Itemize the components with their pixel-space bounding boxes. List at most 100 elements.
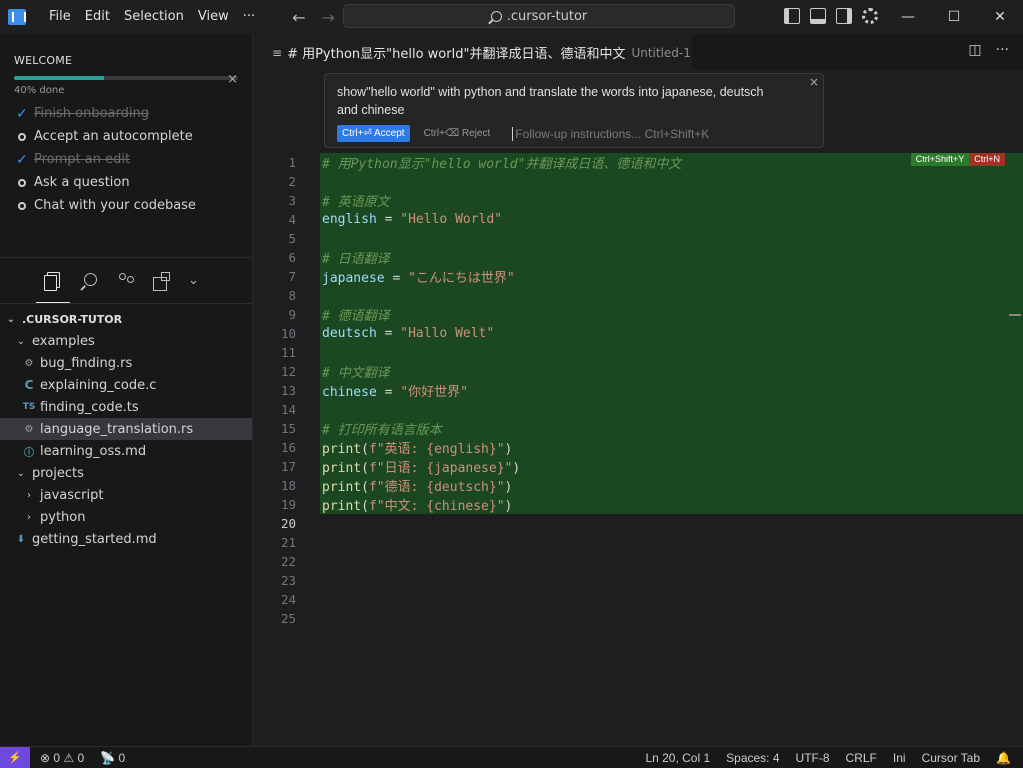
menu-more[interactable]: ··· xyxy=(236,0,262,34)
menu-file[interactable]: File xyxy=(42,0,78,34)
code-line[interactable]: 3 # 英语原文 xyxy=(254,191,1023,210)
code-line[interactable]: 13 chinese = "你好世界" xyxy=(254,381,1023,400)
followup-input[interactable]: Follow-up instructions... Ctrl+Shift+K xyxy=(512,126,709,141)
code-line[interactable]: 23 xyxy=(254,571,1023,590)
code-text: print(f"日语: {japanese}") xyxy=(322,457,520,476)
extensions-icon[interactable] xyxy=(152,271,170,291)
code-line[interactable]: 19 print(f"中文: {chinese}") xyxy=(254,495,1023,514)
editor: ≡ # 用Python显示"hello world"并翻译成日语、德语和中文 U… xyxy=(254,34,1023,746)
code-line[interactable]: 14 xyxy=(254,400,1023,419)
onboarding-item[interactable]: ✓ Prompt an edit xyxy=(14,148,238,171)
accept-all-hint[interactable]: Ctrl+Shift+Y xyxy=(910,153,970,166)
code-line[interactable]: 9 # 德语翻译 xyxy=(254,305,1023,324)
reject-button[interactable]: Ctrl+⌫ Reject xyxy=(424,128,491,139)
line-number: 15 xyxy=(280,421,296,436)
code-area[interactable]: Ctrl+Shift+Y Ctrl+N 1 # 用Python显示"hello w… xyxy=(254,153,1023,628)
active-view-indicator xyxy=(36,302,70,303)
file-item[interactable]: TS finding_code.ts xyxy=(0,396,252,418)
file-item[interactable]: ⚙ language_translation.rs xyxy=(0,418,252,440)
command-center-text: .cursor-tutor xyxy=(506,8,588,24)
maximize-button[interactable]: ☐ xyxy=(931,0,977,34)
code-line[interactable]: 17 print(f"日语: {japanese}") xyxy=(254,457,1023,476)
line-number: 25 xyxy=(280,611,296,626)
code-punctuation: = xyxy=(376,385,401,400)
file-item[interactable]: Cexplaining_code.c xyxy=(0,374,252,396)
command-center-search[interactable]: .cursor-tutor xyxy=(343,4,735,28)
tab-title: # 用Python显示"hello world"并翻译成日语、德语和中文 xyxy=(287,47,626,62)
explorer-root[interactable]: ⌄ .CURSOR-TUTOR xyxy=(0,308,252,330)
more-actions-icon[interactable]: ··· xyxy=(996,42,1009,58)
folder-python[interactable]: › python xyxy=(0,506,252,528)
settings-gear-icon[interactable] xyxy=(862,8,878,24)
code-line[interactable]: 16 print(f"英语: {english}") xyxy=(254,438,1023,457)
close-window-button[interactable]: ✕ xyxy=(977,0,1023,34)
language-mode[interactable]: Ini xyxy=(893,751,906,765)
menu-edit[interactable]: Edit xyxy=(78,0,117,34)
notifications-bell-icon[interactable]: 🔔 xyxy=(996,751,1011,765)
onboarding-item[interactable]: Chat with your codebase xyxy=(14,194,238,217)
code-line[interactable]: 2 xyxy=(254,172,1023,191)
toggle-secondary-sidebar-icon[interactable] xyxy=(836,8,852,24)
file-item[interactable]: ⓘ learning_oss.md xyxy=(0,440,252,462)
menu-view[interactable]: View xyxy=(191,0,236,34)
scrollbar-marker[interactable] xyxy=(1009,314,1021,316)
code-line[interactable]: 4 english = "Hello World" xyxy=(254,210,1023,229)
toggle-panel-icon[interactable] xyxy=(810,8,826,24)
code-line[interactable]: 25 xyxy=(254,609,1023,628)
search-view-icon[interactable] xyxy=(80,272,98,290)
onboarding-item[interactable]: ✓ Finish onboarding xyxy=(14,102,238,125)
indentation[interactable]: Spaces: 4 xyxy=(726,751,779,765)
code-line[interactable]: 22 xyxy=(254,552,1023,571)
code-line[interactable]: 7 japanese = "こんにちは世界" xyxy=(254,267,1023,286)
prompt-close-icon[interactable]: × xyxy=(809,75,819,89)
encoding[interactable]: UTF-8 xyxy=(796,751,830,765)
cursor-position[interactable]: Ln 20, Col 1 xyxy=(645,751,710,765)
line-number: 3 xyxy=(288,193,296,208)
onboarding-item[interactable]: Accept an autocomplete xyxy=(14,125,238,148)
minimize-button[interactable]: — xyxy=(885,0,931,34)
code-line[interactable]: 1 # 用Python显示"hello world"并翻译成日语、德语和中文 xyxy=(254,153,1023,172)
problems-count[interactable]: ⊗ 0 ⚠ 0 xyxy=(40,751,84,765)
remote-indicator-icon[interactable]: ⚡ xyxy=(0,746,30,768)
line-number: 20 xyxy=(280,516,296,531)
toggle-primary-sidebar-icon[interactable] xyxy=(784,8,800,24)
code-line[interactable]: 15 # 打印所有语言版本 xyxy=(254,419,1023,438)
code-token: deutsch xyxy=(322,326,377,341)
accept-button[interactable]: Ctrl+⏎ Accept xyxy=(337,125,410,142)
code-line[interactable]: 10 deutsch = "Hallo Welt" xyxy=(254,324,1023,343)
line-number: 2 xyxy=(288,174,296,189)
code-line[interactable]: 18 print(f"德语: {deutsch}") xyxy=(254,476,1023,495)
code-line[interactable]: 11 xyxy=(254,343,1023,362)
ports-count[interactable]: 📡 0 xyxy=(100,751,125,765)
code-token: english xyxy=(322,212,377,227)
folder-projects[interactable]: ⌄ projects xyxy=(0,462,252,484)
file-item[interactable]: ⚙ bug_finding.rs xyxy=(0,352,252,374)
tab-untitled-1[interactable]: ≡ # 用Python显示"hello world"并翻译成日语、德语和中文 U… xyxy=(254,34,692,70)
code-line[interactable]: 12 # 中文翻译 xyxy=(254,362,1023,381)
more-views-chevron-icon[interactable]: ⌄ xyxy=(188,273,199,288)
root-folder-label: .CURSOR-TUTOR xyxy=(22,312,123,326)
added-line-highlight xyxy=(320,172,1023,191)
code-line[interactable]: 20 xyxy=(254,514,1023,533)
end-of-line[interactable]: CRLF xyxy=(846,751,877,765)
source-control-icon[interactable] xyxy=(116,272,134,290)
explorer-icon[interactable] xyxy=(44,271,62,291)
code-line[interactable]: 8 xyxy=(254,286,1023,305)
folder-javascript[interactable]: › javascript xyxy=(0,484,252,506)
reject-all-hint[interactable]: Ctrl+N xyxy=(969,153,1005,166)
code-line[interactable]: 5 xyxy=(254,229,1023,248)
folder-examples[interactable]: ⌄ examples xyxy=(0,330,252,352)
onboarding-item-label: Prompt an edit xyxy=(34,152,131,167)
code-line[interactable]: 6 # 日语翻译 xyxy=(254,248,1023,267)
onboarding-item[interactable]: Ask a question xyxy=(14,171,238,194)
back-arrow-icon[interactable]: ← xyxy=(292,8,305,27)
file-getting-started[interactable]: ⬇ getting_started.md xyxy=(0,528,252,550)
code-line[interactable]: 21 xyxy=(254,533,1023,552)
cursor-tab-status[interactable]: Cursor Tab xyxy=(922,751,980,765)
menu-selection[interactable]: Selection xyxy=(117,0,191,34)
code-line[interactable]: 24 xyxy=(254,590,1023,609)
welcome-close-icon[interactable]: × xyxy=(227,72,238,87)
line-number: 17 xyxy=(280,459,296,474)
forward-arrow-icon[interactable]: → xyxy=(322,8,335,27)
split-editor-icon[interactable]: ◫ xyxy=(968,42,981,58)
